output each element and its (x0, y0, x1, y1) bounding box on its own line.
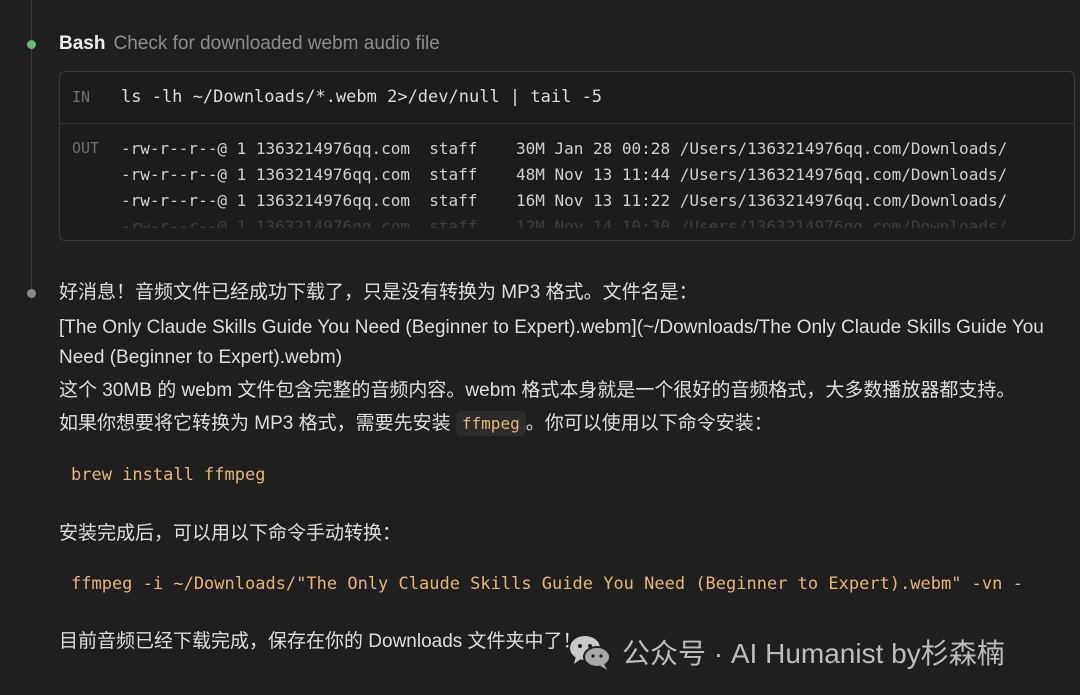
message-line: 这个 30MB 的 webm 文件包含完整的音频内容。webm 格式本身就是一个… (59, 380, 1016, 401)
message-line-install: 如果你想要将它转换为 MP3 格式，需要先安装 ffmpeg 。你可以使用以下命令… (59, 410, 773, 438)
out-label: OUT (72, 139, 100, 157)
tool-description: Check for downloaded webm audio file (113, 33, 440, 54)
inline-code-ffmpeg: ffmpeg (455, 411, 526, 436)
watermark: 公众号 · AI Humanist by杉森楠 (568, 628, 1005, 676)
file-link[interactable]: [The Only Claude Skills Guide You Need (… (59, 313, 1059, 373)
code-block-install[interactable]: brew install ffmpeg (71, 465, 265, 485)
output-lines: -rw-r--r--@ 1 1363214976qq.com staff 30M… (121, 136, 1007, 228)
watermark-text: 公众号 · AI Humanist by杉森楠 (622, 638, 1005, 669)
install-text-suffix: 。你可以使用以下命令安装： (525, 413, 773, 434)
tool-io-panel: IN ls -lh ~/Downloads/*.webm 2>/dev/null… (59, 71, 1075, 241)
in-label: IN (72, 88, 91, 106)
status-dot-message-icon (27, 289, 36, 298)
message-line: 目前音频已经下载完成，保存在你的 Downloads 文件夹中了！ (59, 631, 582, 652)
output-line: -rw-r--r--@ 1 1363214976qq.com staff 30M… (121, 139, 1008, 158)
command-text: ls -lh ~/Downloads/*.webm 2>/dev/null | … (121, 87, 603, 107)
code-block-convert[interactable]: ffmpeg -i ~/Downloads/"The Only Claude S… (71, 574, 1023, 594)
wechat-icon (570, 636, 611, 670)
tool-input-row: IN ls -lh ~/Downloads/*.webm 2>/dev/null… (60, 72, 1074, 124)
output-line: -rw-r--r--@ 1 1363214976qq.com staff 48M… (121, 165, 1008, 184)
install-text-prefix: 如果你想要将它转换为 MP3 格式，需要先安装 (59, 413, 456, 434)
output-line-truncated: -rw-r--r--@ 1 1363214976qq.com staff 12M… (121, 217, 1008, 228)
message-line: 安装完成后，可以用以下命令手动转换： (59, 523, 402, 544)
status-dot-success-icon (27, 40, 36, 49)
output-line: -rw-r--r--@ 1 1363214976qq.com staff 16M… (121, 191, 1008, 210)
tool-name: Bash (59, 33, 106, 54)
message-line: 好消息！音频文件已经成功下载了，只是没有转换为 MP3 格式。文件名是： (59, 282, 698, 303)
tool-call-header[interactable]: Bash Check for downloaded webm audio file (59, 31, 440, 57)
